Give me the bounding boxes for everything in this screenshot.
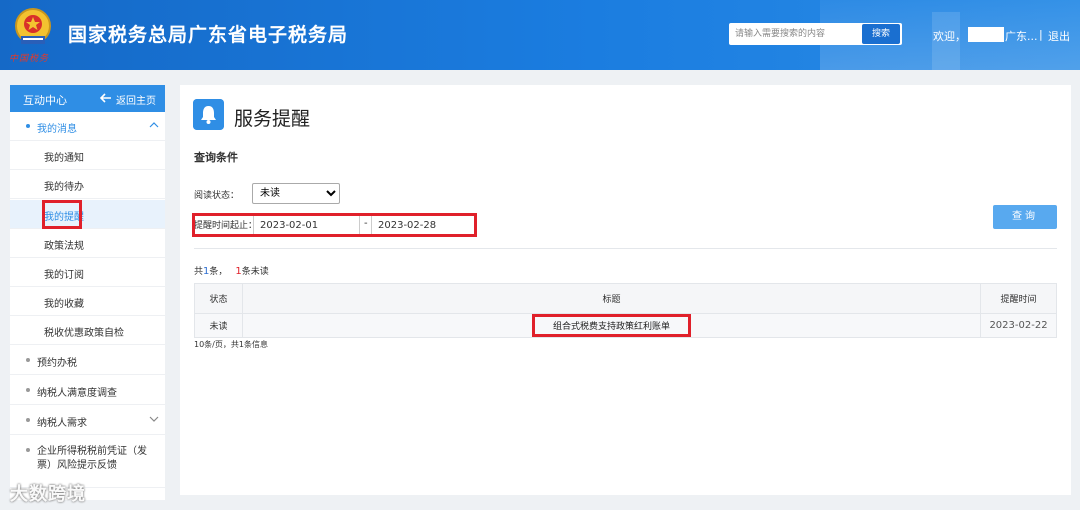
summary-mid: 条， bbox=[209, 267, 228, 277]
bullet-dot bbox=[26, 448, 30, 452]
sidebar-item-label: 我的通知 bbox=[44, 153, 84, 164]
sidebar-item-label: 我的收藏 bbox=[44, 299, 84, 310]
welcome-text: 欢迎， bbox=[933, 30, 966, 43]
chevron-up-icon bbox=[149, 122, 159, 128]
query-button[interactable]: 查询 bbox=[993, 205, 1057, 229]
sidebar-title: 互动中心 bbox=[23, 94, 67, 107]
sidebar-item-label: 税收优惠政策自检 bbox=[44, 328, 124, 339]
highlight-box bbox=[192, 213, 477, 237]
chevron-down-icon bbox=[149, 416, 159, 422]
search-input[interactable] bbox=[729, 23, 861, 45]
sidebar-item-notifications[interactable]: 我的通知 bbox=[10, 141, 165, 170]
sidebar-item-label: 我的订阅 bbox=[44, 270, 84, 281]
sidebar-item-label: 我的待办 bbox=[44, 182, 84, 193]
sidebar-item-label: 纳税人需求 bbox=[37, 418, 87, 429]
column-header-time: 提醒时间 bbox=[980, 283, 1057, 314]
user-name-suffix[interactable]: 广东... bbox=[1005, 28, 1038, 44]
main-panel: 服务提醒 查询条件 阅读状态： 未读 提醒时间起止： - 查询 共1条，1条未读… bbox=[180, 85, 1071, 495]
sidebar-item-label: 企业所得税税前凭证（发票）风险提示反馈 bbox=[37, 446, 147, 471]
query-conditions-title: 查询条件 bbox=[194, 151, 238, 164]
sidebar-header: 互动中心 返回主页 bbox=[10, 85, 165, 112]
cell-status: 未读 bbox=[194, 313, 243, 338]
page-title: 服务提醒 bbox=[234, 108, 311, 130]
column-header-title: 标题 bbox=[242, 283, 981, 314]
sidebar: 互动中心 返回主页 我的消息 我的通知 我的待办 我的提醒 政策法规 我的订阅 … bbox=[10, 85, 165, 500]
cell-title[interactable]: 组合式税费支持政策红利账单 bbox=[242, 313, 981, 338]
read-status-label: 阅读状态： bbox=[194, 191, 240, 201]
bullet-dot bbox=[26, 124, 30, 128]
watermark: 大数跨境 bbox=[10, 484, 86, 505]
summary-suffix: 条未读 bbox=[241, 267, 269, 277]
reminder-title-link[interactable]: 组合式税费支持政策红利账单 bbox=[531, 314, 691, 337]
search-box: 搜索 bbox=[729, 23, 902, 45]
bullet-dot bbox=[26, 418, 30, 422]
result-summary: 共1条， 1条未读 bbox=[194, 264, 269, 277]
column-header-status: 状态 bbox=[194, 283, 243, 314]
divider bbox=[194, 248, 1057, 249]
tax-emblem-icon bbox=[15, 8, 51, 44]
sidebar-group-label: 我的消息 bbox=[37, 124, 77, 135]
bullet-dot bbox=[26, 358, 30, 362]
sidebar-item-taxpayer-needs[interactable]: 纳税人需求 bbox=[10, 406, 165, 435]
bullet-dot bbox=[26, 388, 30, 392]
sidebar-item-label: 预约办税 bbox=[37, 358, 77, 369]
sidebar-item-favorites[interactable]: 我的收藏 bbox=[10, 287, 165, 316]
sidebar-item-satisfaction-survey[interactable]: 纳税人满意度调查 bbox=[10, 376, 165, 405]
pagination-info: 10条/页，共1条信息 bbox=[194, 340, 268, 349]
summary-prefix: 共 bbox=[194, 267, 204, 277]
bell-icon bbox=[193, 99, 224, 130]
header-separator: | bbox=[1039, 28, 1043, 41]
sidebar-item-appointment[interactable]: 预约办税 bbox=[10, 346, 165, 375]
sidebar-item-subscriptions[interactable]: 我的订阅 bbox=[10, 258, 165, 287]
sidebar-group-my-messages[interactable]: 我的消息 bbox=[10, 112, 165, 141]
table-header-row: 状态 标题 提醒时间 bbox=[194, 283, 1057, 314]
back-arrow-icon bbox=[100, 93, 111, 103]
reminders-table: 状态 标题 提醒时间 未读 组合式税费支持政策红利账单 2023-02-22 bbox=[194, 283, 1057, 338]
site-title: 国家税务总局广东省电子税务局 bbox=[68, 24, 349, 46]
search-button[interactable]: 搜索 bbox=[862, 24, 900, 44]
highlight-box bbox=[42, 200, 82, 229]
back-home-label: 返回主页 bbox=[116, 96, 156, 107]
sidebar-item-policies[interactable]: 政策法规 bbox=[10, 229, 165, 258]
sidebar-item-label: 政策法规 bbox=[44, 241, 84, 252]
table-row[interactable]: 未读 组合式税费支持政策红利账单 2023-02-22 bbox=[194, 313, 1057, 338]
sidebar-item-label: 纳税人满意度调查 bbox=[37, 388, 117, 399]
read-status-select[interactable]: 未读 bbox=[252, 183, 340, 204]
top-header: 中国税务 国家税务总局广东省电子税务局 搜索 欢迎， 广东... | 退出 bbox=[0, 0, 1080, 70]
sidebar-item-reminders[interactable]: 我的提醒 bbox=[10, 200, 165, 229]
logout-link[interactable]: 退出 bbox=[1048, 28, 1070, 44]
sidebar-item-tax-policy-check[interactable]: 税收优惠政策自检 bbox=[10, 316, 165, 345]
cell-time: 2023-02-22 bbox=[980, 313, 1057, 338]
redacted-username bbox=[968, 27, 1004, 42]
sidebar-item-todo[interactable]: 我的待办 bbox=[10, 170, 165, 199]
brand-script-logo: 中国税务 bbox=[9, 54, 50, 64]
